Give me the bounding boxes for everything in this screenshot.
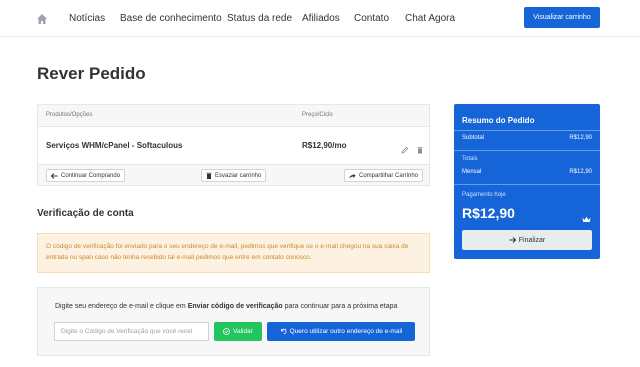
monthly-value: R$12,90 (569, 169, 592, 175)
top-nav: Notícias Base de conhecimento Status da … (0, 0, 640, 37)
use-other-email-label: Quero utilizar outro endereço de e-mail (289, 328, 403, 335)
undo-icon (280, 328, 287, 335)
trash-icon (206, 172, 212, 179)
cart-item-price: R$12,90/mo (302, 141, 347, 150)
arrow-right-icon (509, 237, 516, 243)
monthly-row: Mensal R$12,90 (462, 169, 592, 175)
empty-cart-button[interactable]: Esvaziar carrinho (201, 169, 267, 182)
verification-title: Verificação de conta (37, 208, 134, 219)
nav-item-status-da-rede[interactable]: Status da rede (227, 13, 292, 24)
checkout-button[interactable]: Finalizar (462, 230, 592, 250)
prompt-bold: Enviar código de verificação (187, 303, 283, 310)
verification-code-input[interactable]: Digite o Código de Verificação que você … (54, 322, 209, 341)
nav-item-noticias[interactable]: Notícias (69, 13, 105, 24)
cart-table-header: Produtos/Opções Preço/Ciclo (38, 105, 429, 127)
subtotal-row: Subtotal R$12,90 (462, 135, 592, 141)
nav-item-contato[interactable]: Contato (354, 13, 389, 24)
nav-item-afiliados[interactable]: Afiliados (302, 13, 340, 24)
divider (454, 130, 600, 131)
verification-prompt: Digite seu endereço de e-mail e clique e… (55, 303, 397, 310)
cart-actions: Continuar Comprando Esvaziar carrinho Co… (38, 164, 429, 185)
prompt-suffix: para continuar para a próxima etapa (282, 303, 398, 310)
divider (454, 150, 600, 151)
monthly-label: Mensal (462, 169, 482, 175)
crown-icon (582, 210, 591, 228)
verification-alert: O código de verificação foi enviado para… (37, 233, 430, 273)
check-circle-icon (223, 328, 231, 335)
continue-shopping-label: Continuar Comprando (61, 172, 121, 179)
header-products: Produtos/Opções (46, 112, 93, 118)
header-price: Preço/Ciclo (302, 112, 333, 118)
subtotal-label: Subtotal (462, 135, 485, 141)
subtotal-value: R$12,90 (569, 135, 592, 141)
empty-cart-label: Esvaziar carrinho (215, 172, 262, 179)
cart-item-name: Serviços WHM/cPanel - Softaculous (46, 141, 183, 150)
use-other-email-button[interactable]: Quero utilizar outro endereço de e-mail (267, 322, 415, 341)
order-summary: Resumo do Pedido Subtotal R$12,90 Totais… (454, 104, 600, 259)
nav-item-base-de-conhecimento[interactable]: Base de conhecimento (120, 13, 222, 24)
cart-table: Produtos/Opções Preço/Ciclo Serviços WHM… (37, 104, 430, 186)
edit-icon[interactable] (401, 141, 409, 154)
continue-shopping-button[interactable]: Continuar Comprando (46, 169, 126, 182)
due-today-value: R$12,90 (462, 205, 515, 221)
due-today-label: Pagamento hoje (462, 192, 506, 198)
share-icon (349, 173, 356, 178)
checkout-label: Finalizar (518, 236, 546, 244)
page-title: Rever Pedido (37, 64, 146, 83)
validate-label: Validar (233, 328, 253, 335)
share-cart-label: Compartilhar Carrinho (359, 172, 419, 179)
verification-box: Digite seu endereço de e-mail e clique e… (37, 287, 430, 356)
divider (454, 184, 600, 185)
view-cart-button[interactable]: Visualizar carrinho (524, 7, 600, 28)
share-cart-button[interactable]: Compartilhar Carrinho (344, 169, 424, 182)
nav-item-chat-agora[interactable]: Chat Agora (405, 13, 455, 24)
validate-button[interactable]: Validar (214, 322, 262, 341)
totals-label: Totais (462, 156, 478, 162)
order-summary-title: Resumo do Pedido (462, 116, 535, 125)
home-icon[interactable] (36, 12, 48, 24)
arrow-left-icon (51, 172, 58, 179)
prompt-prefix: Digite seu endereço de e-mail e clique e… (55, 303, 188, 310)
trash-icon[interactable] (416, 141, 424, 154)
